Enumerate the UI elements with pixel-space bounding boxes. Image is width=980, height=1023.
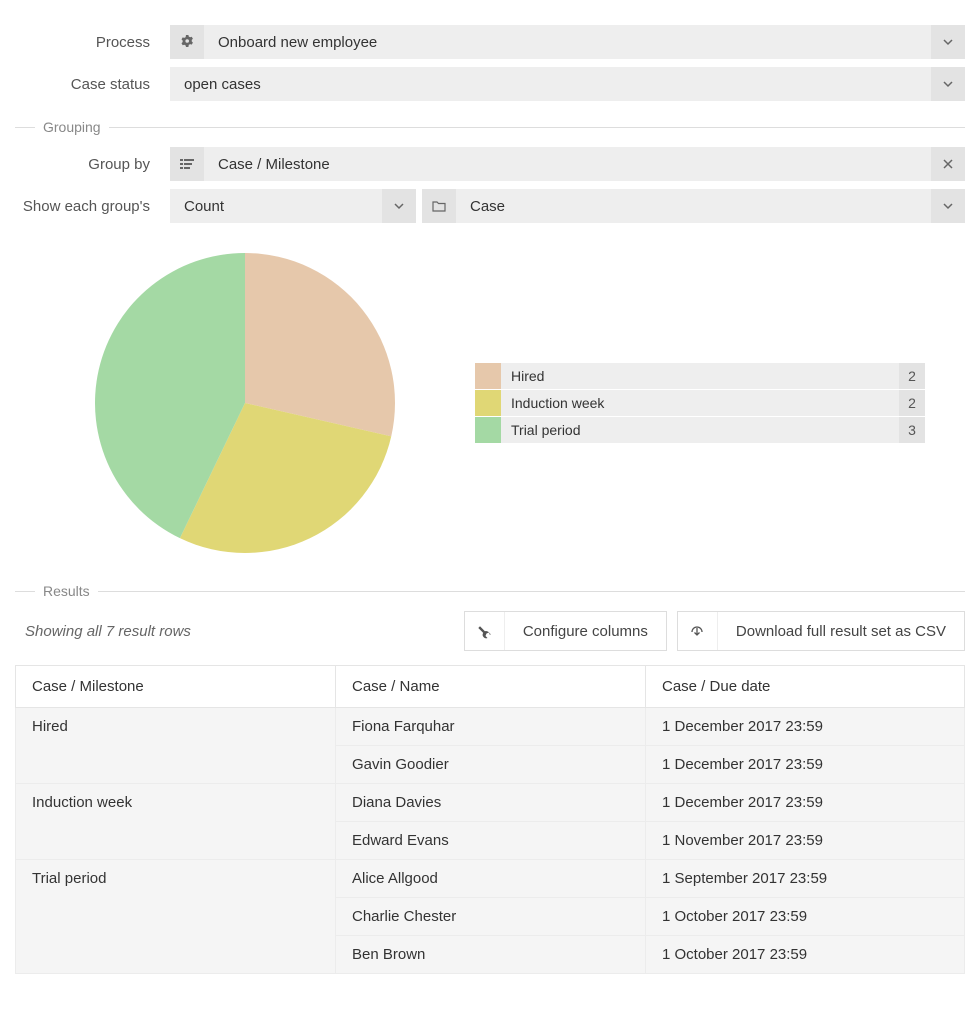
legend-label: Trial period: [501, 417, 899, 443]
configure-columns-label: Configure columns: [505, 612, 666, 650]
chevron-down-icon: [382, 189, 416, 223]
cell-name: Ben Brown: [336, 936, 646, 974]
cell-due: 1 November 2017 23:59: [646, 822, 965, 860]
cell-due: 1 December 2017 23:59: [646, 784, 965, 822]
legend-item[interactable]: Hired2: [475, 363, 925, 389]
list-icon: [170, 147, 204, 181]
cell-due: 1 December 2017 23:59: [646, 746, 965, 784]
results-caption: Showing all 7 result rows: [15, 623, 454, 640]
process-value: Onboard new employee: [204, 34, 391, 51]
folder-icon: [422, 189, 456, 223]
status-select[interactable]: open cases: [170, 67, 965, 101]
grouping-section-header: Grouping: [15, 119, 965, 135]
download-csv-label: Download full result set as CSV: [718, 612, 964, 650]
results-table: Case / Milestone Case / Name Case / Due …: [15, 665, 965, 974]
download-icon: [678, 612, 718, 650]
pie-chart: [15, 253, 475, 553]
process-label: Process: [15, 34, 170, 51]
cell-name: Fiona Farquhar: [336, 708, 646, 746]
legend-swatch: [475, 390, 501, 416]
cell-due: 1 October 2017 23:59: [646, 898, 965, 936]
table-row: HiredFiona Farquhar1 December 2017 23:59: [16, 708, 965, 746]
cell-due: 1 December 2017 23:59: [646, 708, 965, 746]
table-row: Induction weekDiana Davies1 December 201…: [16, 784, 965, 822]
legend-item[interactable]: Induction week2: [475, 390, 925, 416]
legend-count: 2: [899, 363, 925, 389]
pie-legend: Hired2Induction week2Trial period3: [475, 363, 965, 444]
entity-value: Case: [456, 198, 519, 215]
chevron-down-icon: [931, 67, 965, 101]
legend-count: 3: [899, 417, 925, 443]
status-label: Case status: [15, 76, 170, 93]
close-icon[interactable]: [931, 147, 965, 181]
group-by-label: Group by: [15, 156, 170, 173]
column-header-milestone[interactable]: Case / Milestone: [16, 666, 336, 708]
cell-name: Edward Evans: [336, 822, 646, 860]
cell-name: Alice Allgood: [336, 860, 646, 898]
chevron-down-icon: [931, 189, 965, 223]
cell-due: 1 October 2017 23:59: [646, 936, 965, 974]
legend-label: Induction week: [501, 390, 899, 416]
cell-milestone: Hired: [16, 708, 336, 784]
cell-milestone: Trial period: [16, 860, 336, 974]
legend-label: Hired: [501, 363, 899, 389]
legend-item[interactable]: Trial period3: [475, 417, 925, 443]
grouping-title: Grouping: [43, 119, 101, 135]
aggregate-value: Count: [170, 198, 238, 215]
cell-name: Gavin Goodier: [336, 746, 646, 784]
show-each-label: Show each group's: [15, 198, 170, 215]
process-select[interactable]: Onboard new employee: [170, 25, 965, 59]
column-header-due[interactable]: Case / Due date: [646, 666, 965, 708]
cell-name: Diana Davies: [336, 784, 646, 822]
legend-swatch: [475, 417, 501, 443]
legend-swatch: [475, 363, 501, 389]
aggregate-select[interactable]: Count: [170, 189, 416, 223]
results-title: Results: [43, 583, 90, 599]
table-row: Trial periodAlice Allgood1 September 201…: [16, 860, 965, 898]
group-by-select[interactable]: Case / Milestone: [170, 147, 965, 181]
wrench-icon: [465, 612, 505, 650]
cell-milestone: Induction week: [16, 784, 336, 860]
chevron-down-icon: [931, 25, 965, 59]
cell-name: Charlie Chester: [336, 898, 646, 936]
results-section-header: Results: [15, 583, 965, 599]
status-value: open cases: [170, 76, 275, 93]
configure-columns-button[interactable]: Configure columns: [464, 611, 667, 651]
gears-icon: [170, 25, 204, 59]
group-by-value: Case / Milestone: [204, 156, 344, 173]
cell-due: 1 September 2017 23:59: [646, 860, 965, 898]
entity-select[interactable]: Case: [422, 189, 965, 223]
column-header-name[interactable]: Case / Name: [336, 666, 646, 708]
legend-count: 2: [899, 390, 925, 416]
download-csv-button[interactable]: Download full result set as CSV: [677, 611, 965, 651]
